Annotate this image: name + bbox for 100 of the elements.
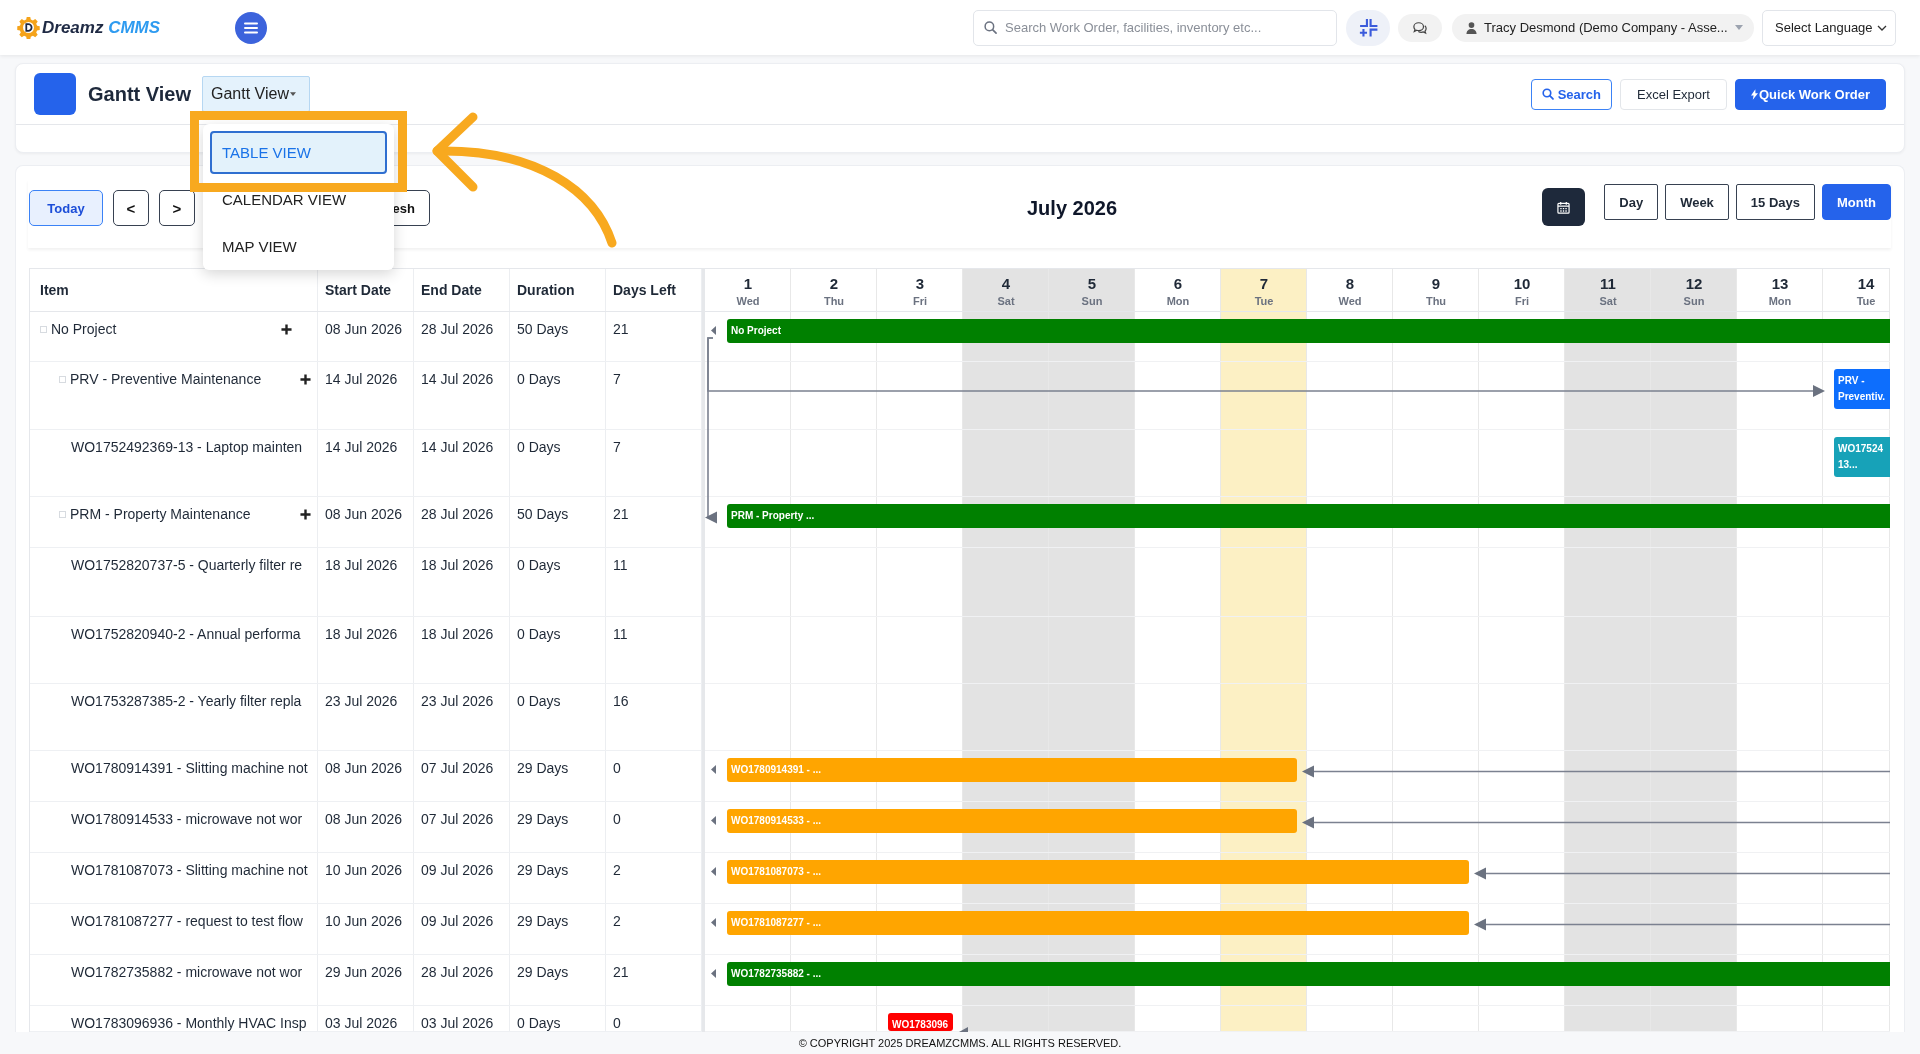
triangle-icon[interactable] (711, 765, 716, 774)
table-cell: 07 Jul 2026 (414, 802, 510, 852)
checkbox[interactable] (40, 325, 47, 333)
checkbox[interactable] (59, 375, 66, 383)
user-icon (1466, 21, 1477, 34)
menu-item[interactable]: TABLE VIEW (210, 131, 387, 174)
triangle-icon[interactable] (711, 918, 716, 927)
table-cell: 14 Jul 2026 (318, 430, 414, 496)
table-cell: 23 Jul 2026 (414, 684, 510, 750)
weekday-label: Wed (736, 294, 760, 308)
table-cell: 09 Jul 2026 (414, 853, 510, 903)
triangle-icon[interactable] (711, 969, 716, 978)
plus-icon[interactable] (300, 508, 311, 520)
search-field[interactable]: Search Work Order, facilities, inventory etc... (973, 9, 1337, 46)
item-name: WO1781087073 - Slitting machine not (71, 861, 308, 880)
weekday-label: Sat (1599, 294, 1617, 308)
day-number: 3 (915, 275, 925, 293)
weekday-label: Tue (1254, 294, 1274, 308)
quick-work-order-button[interactable]: Quick Work Order (1735, 78, 1886, 110)
weekday-label: Wed (1338, 294, 1362, 308)
task-bar[interactable]: PRV - Preventiv. (1834, 369, 1890, 409)
plus-icon[interactable] (300, 373, 311, 385)
task-bar[interactable]: WO17524 13... (1834, 437, 1890, 477)
table-cell: 08 Jun 2026 (318, 312, 414, 361)
user-menu[interactable]: Tracy Desmond (Demo Company - Asse... (1452, 13, 1754, 42)
triangle-icon[interactable] (711, 816, 716, 825)
table-cell: 29 Days (510, 955, 606, 1005)
day-number: 4 (1001, 275, 1011, 293)
item-name: WO1781087277 - request to test flow (71, 912, 303, 931)
task-bar[interactable]: No Project (727, 319, 1890, 343)
table-cell: 08 Jun 2026 (318, 497, 414, 547)
task-bar[interactable]: WO1782735882 - ... (727, 962, 1890, 986)
table-cell: 18 Jul 2026 (318, 548, 414, 616)
plus-icon[interactable] (281, 323, 292, 335)
table-cell: 50 Days (510, 497, 606, 547)
search-button[interactable]: Search (1530, 78, 1612, 110)
copyright-text: © COPYRIGHT 2025 DREAMZCMMS. ALL RIGHTS RESERVED. (798, 1037, 1122, 1049)
caret-icon (289, 92, 296, 96)
table-cell: 03 Jul 2026 (318, 1006, 414, 1031)
column-header: Start Date (318, 269, 414, 311)
day-number: 10 (1513, 275, 1531, 293)
tile-icon (34, 73, 76, 115)
next-button[interactable]: > (159, 190, 195, 226)
weekday-label: Sun (1683, 294, 1705, 308)
table-cell: 08 Jun 2026 (318, 802, 414, 852)
day-number: 5 (1087, 275, 1097, 293)
weekday-label: Mon (1768, 294, 1792, 308)
weekday-label: Fri (1514, 294, 1530, 308)
day-number: 12 (1685, 275, 1703, 293)
table-cell: 23 Jul 2026 (318, 684, 414, 750)
menu-item[interactable]: CALENDAR VIEW (210, 178, 387, 221)
menu-icon (244, 21, 259, 34)
menu-button[interactable] (235, 11, 268, 44)
excel-export-button[interactable]: Excel Export (1620, 78, 1727, 110)
today-button[interactable]: Today (29, 190, 103, 226)
table-cell: 28 Jul 2026 (414, 497, 510, 547)
table-cell: 29 Days (510, 853, 606, 903)
day-number: 1 (743, 275, 753, 293)
weekday-label: Fri (912, 294, 928, 308)
weekday-label: Sun (1081, 294, 1103, 308)
day-number: 14 (1857, 275, 1875, 293)
triangle-icon[interactable] (711, 326, 716, 335)
table-cell: 50 Days (510, 312, 606, 361)
dependency-arrow (959, 1027, 968, 1032)
scan-icon (1357, 17, 1379, 38)
range-tab[interactable]: Day (1604, 184, 1659, 220)
range-tab[interactable]: Month (1822, 184, 1891, 220)
table-cell: 14 Jul 2026 (414, 430, 510, 496)
item-name: PRV - Preventive Maintenance (70, 370, 262, 389)
range-tab[interactable]: 15 Days (1735, 184, 1815, 220)
day-number: 7 (1259, 275, 1269, 293)
item-name: WO1753287385-2 - Yearly filter repla (71, 692, 302, 711)
period-title: July 2026 (1027, 196, 1118, 220)
search-icon (1541, 88, 1554, 100)
table-cell: 28 Jul 2026 (414, 955, 510, 1005)
item-name: PRM - Property Maintenance (70, 505, 251, 524)
range-tab[interactable]: Week (1665, 184, 1729, 220)
item-name: WO1752820940-2 - Annual performa (71, 625, 301, 644)
previous-button[interactable]: < (113, 190, 149, 226)
task-bar[interactable]: WO1783096 (888, 1013, 953, 1031)
table-cell: 0 Days (510, 362, 606, 429)
task-bar[interactable]: PRM - Property ... (727, 504, 1890, 528)
calendar-button[interactable] (1542, 188, 1586, 226)
checkbox[interactable] (59, 510, 66, 518)
menu-item[interactable]: MAP VIEW (210, 225, 387, 268)
scan-button[interactable] (1346, 9, 1390, 46)
triangle-icon[interactable] (711, 867, 716, 876)
logo-text: Dreamz CMMS (42, 17, 161, 38)
language-select[interactable]: Select Language (1762, 9, 1896, 46)
table-cell: 14 Jul 2026 (414, 362, 510, 429)
day-number: 11 (1600, 275, 1616, 293)
item-name: WO1752492369-13 - Laptop mainten (71, 438, 303, 457)
view-dropdown[interactable]: Gantt View (202, 76, 310, 112)
column-header: End Date (414, 269, 510, 311)
search-icon (984, 21, 997, 34)
chat-button[interactable] (1398, 13, 1442, 42)
table-cell: 14 Jul 2026 (318, 362, 414, 429)
day-number: 6 (1173, 275, 1183, 293)
table-cell: 10 Jun 2026 (318, 853, 414, 903)
column-header: Duration (510, 269, 606, 311)
